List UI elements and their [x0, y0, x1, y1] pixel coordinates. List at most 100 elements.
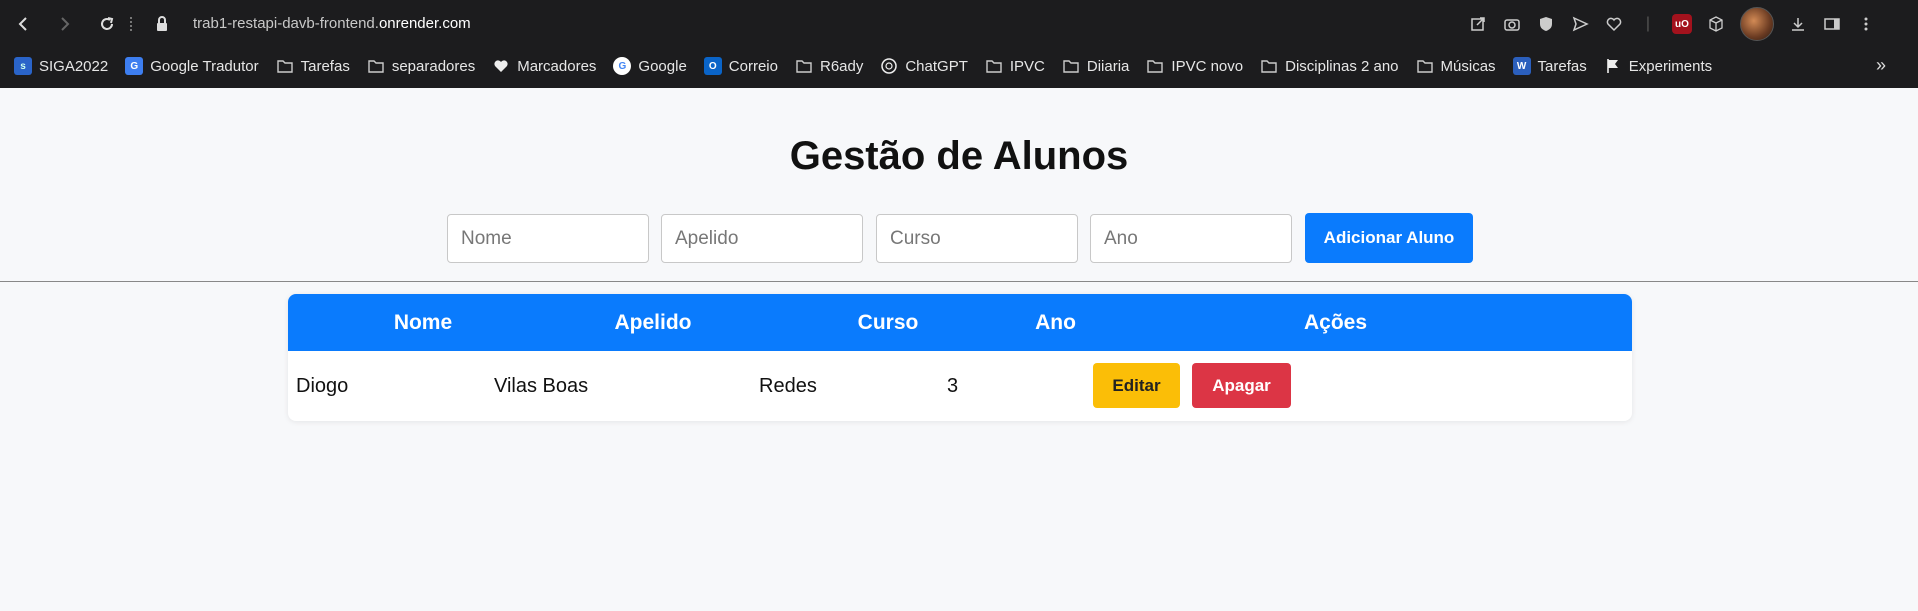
nome-input[interactable] — [447, 214, 649, 263]
outlook-icon: O — [703, 57, 722, 75]
bookmark-ipvc[interactable]: IPVC — [985, 57, 1045, 75]
bookmark-label: SIGA2022 — [39, 57, 109, 75]
folder-icon — [796, 60, 812, 73]
bookmark-label: Correio — [728, 57, 778, 75]
bookmark-r6ady[interactable]: R6ady — [795, 57, 863, 75]
folder-icon — [1416, 60, 1433, 73]
send-button[interactable] — [1568, 12, 1592, 36]
header-nome: Nome — [393, 311, 453, 334]
flag-icon — [1606, 59, 1618, 73]
folder-icon — [1261, 60, 1277, 73]
header-curso: Curso — [857, 311, 919, 334]
folder-icon — [1147, 60, 1164, 73]
edit-button[interactable]: Editar — [1093, 363, 1180, 408]
header-apelido: Apelido — [614, 311, 692, 334]
header-ano: Ano — [1035, 311, 1076, 334]
bookmark-label: Tarefas — [300, 57, 350, 75]
shield-icon — [1540, 17, 1552, 31]
bookmark-label: Experiments — [1628, 57, 1713, 75]
bookmark-google[interactable]: G Google — [613, 57, 687, 75]
cube-icon — [1709, 16, 1723, 32]
share-icon — [1471, 17, 1485, 31]
bookmark-label: Músicas — [1440, 57, 1496, 75]
ublock-button[interactable]: uO — [1670, 12, 1694, 36]
cell-ano: 3 — [947, 375, 959, 397]
bookmark-diiaria[interactable]: Diiaria — [1062, 57, 1130, 75]
sidebar-button[interactable] — [1820, 12, 1844, 36]
bookmark-tarefas-word[interactable]: W Tarefas — [1512, 57, 1587, 75]
cell-curso: Redes — [759, 375, 817, 397]
lock-icon[interactable] — [152, 14, 172, 34]
bookmark-separadores[interactable]: separadores — [367, 57, 475, 75]
bookmark-correio[interactable]: O Correio — [703, 57, 778, 75]
tb-divider: | — [1645, 15, 1651, 32]
ublock-icon: uO — [1672, 14, 1692, 34]
favorites-button[interactable] — [1602, 12, 1626, 36]
download-icon — [1792, 18, 1804, 31]
more-bookmarks-chevron-icon[interactable]: » — [1876, 55, 1896, 75]
bookmark-label: Google Tradutor — [150, 57, 259, 75]
add-student-button[interactable]: Adicionar Aluno — [1305, 213, 1473, 263]
bookmark-label: Tarefas — [1537, 57, 1587, 75]
divider — [0, 281, 1918, 282]
vpn-button[interactable] — [1534, 12, 1558, 36]
back-button[interactable] — [12, 12, 36, 36]
menu-button[interactable] — [1854, 12, 1878, 36]
heart-icon — [494, 60, 508, 72]
avatar — [1740, 7, 1774, 41]
page-title: Gestão de Alunos — [789, 134, 1129, 178]
word-icon: W — [1512, 57, 1531, 75]
bookmark-label: Diiaria — [1086, 57, 1130, 75]
translate-icon: G — [125, 57, 144, 75]
navigation-bar: trab1-restapi-davb-frontend.onrender.com… — [0, 0, 1918, 48]
bookmark-ipvc-novo[interactable]: IPVC novo — [1146, 57, 1243, 75]
downloads-button[interactable] — [1786, 12, 1810, 36]
reload-button[interactable] — [95, 12, 119, 36]
bookmark-siga2022[interactable]: s SIGA2022 — [14, 57, 108, 75]
chatgpt-icon — [881, 58, 898, 74]
bookmark-disciplinas[interactable]: Disciplinas 2 ano — [1260, 57, 1399, 75]
bookmark-label: Disciplinas 2 ano — [1285, 57, 1399, 75]
send-icon — [1572, 16, 1589, 32]
header-acoes: Ações — [1303, 311, 1368, 334]
menu-dots-icon — [1864, 17, 1868, 31]
bookmark-google-tradutor[interactable]: G Google Tradutor — [125, 57, 259, 75]
sidebar-icon — [1824, 18, 1840, 30]
address-bar[interactable]: trab1-restapi-davb-frontend.onrender.com — [193, 14, 471, 34]
folder-icon — [368, 60, 384, 73]
screenshot-button[interactable] — [1500, 12, 1524, 36]
ano-input[interactable] — [1090, 214, 1292, 263]
reload-icon — [101, 17, 114, 30]
bookmark-marcadores[interactable]: Marcadores — [492, 57, 596, 75]
extension-toolbar: | uO — [1466, 7, 1878, 41]
back-arrow-icon — [18, 17, 27, 31]
folder-icon — [1063, 60, 1079, 73]
siga-icon: s — [14, 57, 32, 75]
share-button[interactable] — [1466, 12, 1490, 36]
bookmark-experiments[interactable]: Experiments — [1604, 57, 1712, 75]
apelido-input[interactable] — [661, 214, 863, 263]
bookmark-chatgpt[interactable]: ChatGPT — [880, 57, 968, 75]
bookmark-label: ChatGPT — [905, 57, 968, 75]
forward-arrow-icon — [61, 17, 70, 31]
table-header: Nome Apelido Curso Ano Ações — [288, 294, 1632, 351]
bookmark-tarefas-folder[interactable]: Tarefas — [276, 57, 350, 75]
heart-outline-icon — [1606, 17, 1622, 32]
url-domain: onrender.com — [378, 15, 471, 32]
bookmark-musicas[interactable]: Músicas — [1416, 57, 1496, 75]
cell-nome: Diogo — [296, 375, 349, 397]
curso-input[interactable] — [876, 214, 1078, 263]
toolbar-divider — [130, 17, 132, 31]
folder-icon — [986, 60, 1002, 73]
delete-button[interactable]: Apagar — [1192, 363, 1291, 408]
browser-toolbar: trab1-restapi-davb-frontend.onrender.com… — [0, 0, 1918, 88]
folder-icon — [276, 60, 293, 73]
bookmark-label: IPVC novo — [1171, 57, 1244, 75]
cell-apelido: Vilas Boas — [494, 375, 589, 397]
bookmarks-bar: s SIGA2022 G Google Tradutor Tarefas separ… — [0, 50, 1918, 82]
camera-icon — [1504, 19, 1520, 31]
extensions-button[interactable] — [1704, 12, 1728, 36]
bookmark-label: separadores — [391, 57, 476, 75]
profile-button[interactable] — [1738, 7, 1776, 41]
forward-button[interactable] — [52, 12, 76, 36]
